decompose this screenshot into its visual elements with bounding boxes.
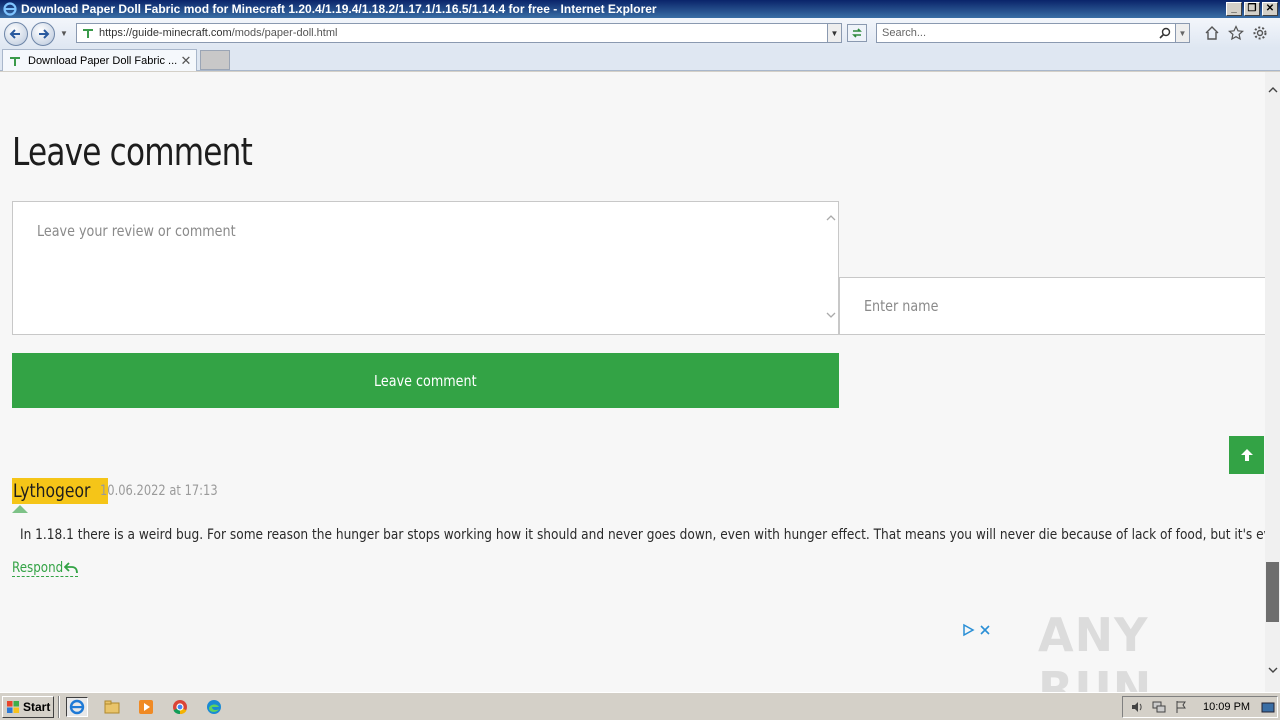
scroll-to-top-button[interactable] [1229,436,1264,474]
leave-comment-heading: Leave comment [12,130,253,174]
address-url: https://guide-minecraft.com/mods/paper-d… [99,27,338,39]
restore-button[interactable]: ❐ [1244,2,1260,16]
comment-placeholder: Leave your review or comment [37,222,236,240]
start-button[interactable]: Start [2,696,54,718]
close-button[interactable]: ✕ [1262,2,1278,16]
taskbar-chrome-icon[interactable] [169,697,191,717]
tab-active[interactable]: Download Paper Doll Fabric ... ✕ [2,49,197,71]
refresh-icon [852,28,862,38]
windows-logo-icon [7,701,19,713]
ad-close-icon[interactable] [979,624,991,636]
anyrun-watermark: ANY RUN [1038,608,1153,692]
action-center-flag-icon[interactable] [1173,699,1189,715]
history-dropdown-icon[interactable]: ▼ [60,29,68,38]
address-dropdown-button[interactable]: ▼ [827,24,841,42]
forward-arrow-icon [39,29,50,39]
page-vertical-scrollbar[interactable] [1265,72,1280,692]
page-content: Leave comment Leave your review or comme… [0,72,1280,692]
leave-comment-button[interactable]: Leave comment [12,353,839,408]
taskbar-clock[interactable]: 10:09 PM [1203,701,1250,713]
name-placeholder: Enter name [864,297,939,315]
tab-favicon-icon [8,54,22,68]
tab-title: Download Paper Doll Fabric ... [28,54,178,67]
search-dropdown-button[interactable]: ▼ [1175,24,1189,42]
name-field[interactable]: Enter name [839,277,1269,335]
taskbar-ie-icon[interactable] [66,697,88,717]
compat-refresh-button[interactable] [847,24,867,42]
taskbar-media-player-icon[interactable] [135,697,157,717]
volume-icon[interactable] [1129,699,1145,715]
comment-textarea[interactable]: Leave your review or comment [12,201,839,335]
start-label: Start [23,700,51,714]
new-tab-button[interactable] [200,50,230,70]
search-placeholder: Search... [882,27,927,39]
site-favicon-icon [81,26,95,43]
tab-close-icon[interactable]: ✕ [179,53,193,69]
taskbar: Start 10:09 PM [0,692,1280,720]
forward-button[interactable] [31,22,55,46]
address-bar[interactable]: https://guide-minecraft.com/mods/paper-d… [76,23,842,43]
comment-author: Lythogeor [12,478,109,504]
show-desktop-icon[interactable] [1260,699,1276,715]
page-viewport: Leave comment Leave your review or comme… [0,72,1280,692]
settings-gear-icon[interactable] [1252,25,1268,46]
scroll-down-arrow-icon[interactable] [1265,664,1280,680]
taskbar-explorer-icon[interactable] [101,697,123,717]
search-field[interactable]: Search... ▼ [876,23,1190,43]
comment-date: 10.06.2022 at 17:13 [100,483,218,499]
ie-logo-icon [2,1,18,17]
browser-navbar: ▼ https://guide-minecraft.com/mods/paper… [0,18,1280,48]
author-caret-icon [12,505,28,513]
system-tray: 10:09 PM [1122,696,1278,718]
network-icon[interactable] [1151,699,1167,715]
adchoices-play-icon[interactable] [961,623,975,637]
reply-arrow-icon [64,562,78,574]
leave-comment-button-label: Leave comment [374,371,477,390]
respond-link[interactable]: Respond [12,560,78,577]
textarea-scroll-up-icon[interactable] [826,214,836,225]
search-icon[interactable] [1159,27,1175,39]
back-button[interactable] [4,22,28,46]
scroll-up-arrow-icon[interactable] [1265,84,1280,100]
favorites-star-icon[interactable] [1227,25,1245,46]
minimize-button[interactable]: _ [1226,2,1242,16]
comment-text: In 1.18.1 there is a weird bug. For some… [20,527,1280,543]
scrollbar-thumb[interactable] [1266,562,1279,622]
arrow-up-icon [1240,449,1253,461]
window-title: Download Paper Doll Fabric mod for Minec… [21,2,657,16]
window-titlebar: Download Paper Doll Fabric mod for Minec… [0,0,1280,18]
ad-choices[interactable] [961,623,991,637]
home-icon[interactable] [1204,25,1220,46]
taskbar-edge-icon[interactable] [203,697,225,717]
taskbar-separator [58,696,60,718]
tab-strip: Download Paper Doll Fabric ... ✕ [0,48,1280,71]
textarea-scroll-down-icon[interactable] [826,311,836,322]
back-arrow-icon [9,29,20,39]
respond-label: Respond [12,560,64,576]
